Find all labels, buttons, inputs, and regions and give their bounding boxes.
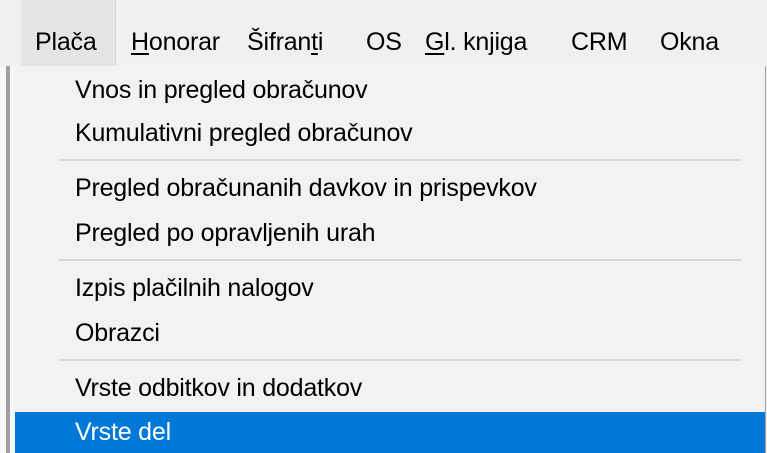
window-left-edge [0, 66, 15, 453]
menu-item-kumulativni-pregled-obracunov[interactable]: Kumulativni pregled obračunov [15, 111, 765, 155]
menu-separator [59, 159, 741, 161]
menu-crm[interactable]: CRM [571, 0, 628, 66]
menu-item-izpis-placilnih-nalogov[interactable]: Izpis plačilnih nalogov [15, 266, 765, 310]
menu-placa-label: Plača [35, 28, 97, 56]
menu-sifranti-post: i [317, 28, 324, 56]
menu-placa[interactable]: Plača [21, 0, 116, 66]
menu-item-obrazci[interactable]: Obrazci [15, 311, 765, 355]
menu-item-vnos-in-pregled-obracunov[interactable]: Vnos in pregled obračunov [15, 68, 765, 112]
menu-separator [59, 259, 741, 261]
menu-gl-knjiga-mnemonic: G [425, 28, 445, 56]
menu-os[interactable]: OS [366, 0, 402, 66]
menu-honorar-rest: onorar [148, 28, 220, 56]
menu-sifranti-mnemonic: t [311, 28, 318, 56]
menu-honorar-mnemonic: H [131, 28, 149, 56]
menu-crm-label: CRM [571, 28, 628, 56]
menu-sifranti-pre: Šifran [247, 28, 312, 56]
menu-bar: Plača Honorar Šifranti OS Gl. knjiga CRM… [0, 0, 767, 66]
menu-sifranti[interactable]: Šifranti [247, 0, 323, 66]
menu-separator [59, 359, 741, 361]
menu-okna-label: Okna [660, 28, 719, 56]
menu-gl-knjiga-rest: l. knjiga [444, 28, 528, 56]
menu-os-label: OS [366, 28, 402, 56]
menu-item-pregled-obracunanih-davkov[interactable]: Pregled obračunanih davkov in prispevkov [15, 166, 765, 210]
menu-honorar[interactable]: Honorar [131, 0, 220, 66]
menu-gl-knjiga[interactable]: Gl. knjiga [425, 0, 527, 66]
placa-dropdown-menu: Vnos in pregled obračunov Kumulativni pr… [15, 66, 766, 453]
window-left-border [6, 66, 10, 453]
menu-item-vrste-odbitkov-in-dodatkov[interactable]: Vrste odbitkov in dodatkov [15, 366, 765, 410]
menu-item-pregled-po-opravljenih-urah[interactable]: Pregled po opravljenih urah [15, 211, 765, 255]
menu-item-vrste-del[interactable]: Vrste del [15, 412, 765, 453]
menu-okna[interactable]: Okna [660, 0, 719, 66]
